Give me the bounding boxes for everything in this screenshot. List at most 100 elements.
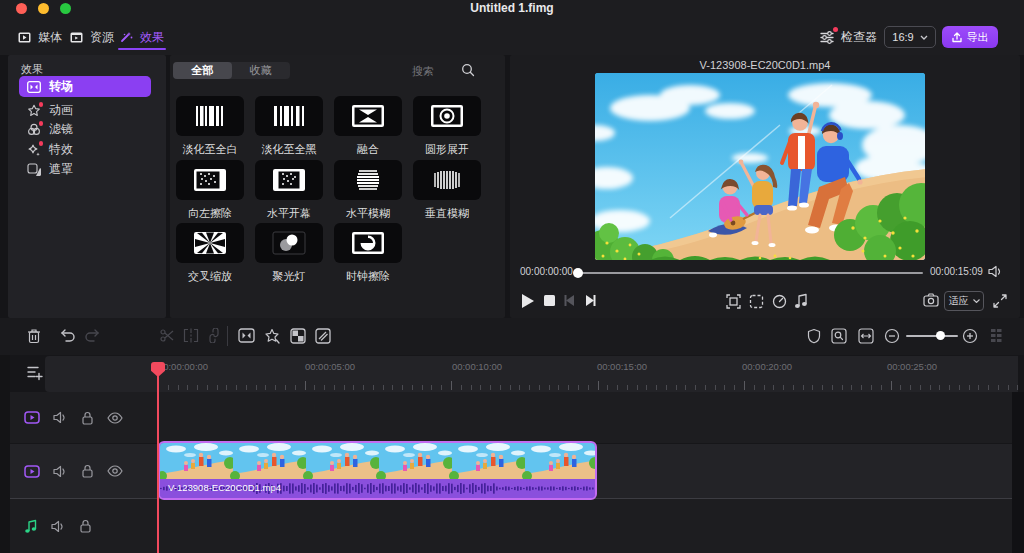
mask-frame-icon[interactable]	[749, 294, 764, 309]
sidebar-item-transitions[interactable]: 转场	[19, 76, 151, 97]
track-list-icon[interactable]	[990, 328, 1003, 344]
tile-label: 淡化至全黑	[255, 142, 323, 157]
mute-track-icon[interactable]	[51, 520, 66, 533]
hide-track-icon[interactable]	[107, 412, 123, 424]
add-track-icon[interactable]	[26, 364, 43, 381]
export-button[interactable]: 导出	[942, 26, 998, 48]
mute-track-icon[interactable]	[53, 465, 68, 478]
redo-icon[interactable]	[84, 328, 100, 342]
add-animation-icon[interactable]	[264, 328, 280, 344]
transition-fade-white[interactable]	[176, 96, 244, 136]
previous-frame-button[interactable]	[563, 294, 577, 307]
fit-mode-select[interactable]: 适应	[944, 291, 984, 311]
fit-timeline-icon[interactable]	[858, 328, 874, 344]
animation-icon	[26, 103, 41, 118]
video-track-icon[interactable]	[24, 465, 40, 478]
zoom-slider-track[interactable]	[906, 335, 958, 337]
scrubber-knob[interactable]	[573, 268, 583, 278]
timeline-gutter	[0, 355, 10, 553]
mute-track-icon[interactable]	[53, 411, 68, 424]
transition-horizontal-open[interactable]	[255, 160, 323, 200]
timeline-toolbar	[0, 318, 1024, 355]
effects-tabs: 全部 收藏	[173, 62, 290, 79]
resources-icon	[70, 32, 83, 43]
tab-favorites[interactable]: 收藏	[232, 62, 291, 79]
transition-vertical-blur[interactable]	[413, 160, 481, 200]
timeline-clip[interactable]: V-123908-EC20C0D1.mp4	[158, 441, 597, 500]
transition-circle-expand[interactable]	[413, 96, 481, 136]
timeline: 00:00:00:00 00:00:05:00 00:00:10:00 00:0…	[0, 355, 1024, 553]
cut-icon[interactable]	[160, 328, 175, 343]
zoom-to-clip-icon[interactable]	[831, 328, 847, 344]
link-icon[interactable]	[207, 328, 221, 343]
video-preview[interactable]	[595, 73, 925, 260]
music-icon[interactable]	[794, 293, 808, 309]
tile-label: 聚光灯	[255, 269, 323, 284]
audio-track-icon[interactable]	[24, 519, 38, 534]
zoom-out-icon[interactable]	[884, 328, 900, 344]
add-filter-icon[interactable]	[290, 328, 306, 344]
tab-resources[interactable]: 资源	[70, 28, 114, 46]
lock-track-icon[interactable]	[81, 464, 94, 478]
lock-track-icon[interactable]	[79, 519, 92, 533]
crop-icon[interactable]	[726, 294, 741, 309]
search-icon[interactable]	[461, 63, 475, 77]
transition-fade-black[interactable]	[255, 96, 323, 136]
video-track-icon[interactable]	[24, 411, 40, 424]
aspect-ratio-select[interactable]: 16:9	[884, 26, 936, 48]
scrubber-track[interactable]	[578, 272, 923, 274]
transition-dissolve[interactable]	[334, 96, 402, 136]
transition-horizontal-blur[interactable]	[334, 160, 402, 200]
ruler-label: 00:00:10:00	[437, 361, 517, 372]
inspector-icon	[820, 31, 834, 44]
transition-clock-wipe[interactable]	[334, 223, 402, 263]
play-button[interactable]	[521, 293, 535, 309]
app-window: Untitled 1.fimg 媒体 资源 效果 检查器 16:9 导	[0, 0, 1024, 553]
tab-effects[interactable]: 效果	[120, 28, 164, 46]
add-effect-icon[interactable]	[315, 328, 331, 344]
tile-label: 淡化至全白	[176, 142, 244, 157]
media-icon	[18, 32, 31, 43]
transition-wipe-left[interactable]	[176, 160, 244, 200]
transition-spotlight[interactable]	[255, 223, 323, 263]
transition-icon	[26, 79, 41, 94]
volume-icon[interactable]	[988, 265, 1003, 278]
zoom-in-icon[interactable]	[962, 328, 978, 344]
notification-badge	[39, 102, 44, 107]
playhead-line[interactable]	[157, 362, 159, 553]
lock-track-icon[interactable]	[81, 411, 94, 425]
transition-cross-zoom[interactable]	[176, 223, 244, 263]
fullscreen-icon[interactable]	[993, 294, 1007, 308]
next-frame-button[interactable]	[583, 294, 597, 307]
effects-sidebar: 效果 转场 动画 滤镜 特效	[8, 55, 166, 318]
zoom-slider-knob[interactable]	[936, 331, 945, 340]
track-audio[interactable]	[0, 499, 1012, 553]
notification-badge	[39, 141, 44, 146]
snapshot-camera-icon[interactable]	[923, 293, 939, 307]
tile-label: 交叉缩放	[176, 269, 244, 284]
filter-icon	[26, 122, 41, 137]
sidebar-item-mask[interactable]: 遮罩	[19, 159, 151, 180]
undo-icon[interactable]	[60, 328, 76, 342]
vertical-scrollbar[interactable]	[1012, 392, 1024, 553]
track-overlay[interactable]	[0, 392, 1012, 443]
hide-track-icon[interactable]	[107, 465, 123, 477]
tab-all[interactable]: 全部	[173, 62, 232, 79]
tile-label: 圆形展开	[413, 142, 481, 157]
sparkle-icon	[26, 142, 41, 157]
speed-icon[interactable]	[772, 294, 787, 309]
clip-label-bar: V-123908-EC20C0D1.mp4	[160, 479, 595, 498]
inspector-button[interactable]: 检查器	[820, 29, 877, 46]
sidebar-item-special-effects[interactable]: 特效	[19, 139, 151, 160]
add-transition-icon[interactable]	[238, 328, 255, 343]
ruler-label: 00:00:15:00	[582, 361, 662, 372]
tab-media[interactable]: 媒体	[18, 28, 62, 46]
sidebar-item-filters[interactable]: 滤镜	[19, 119, 151, 140]
shield-icon[interactable]	[807, 328, 821, 344]
split-icon[interactable]	[183, 328, 199, 343]
stop-button[interactable]	[543, 294, 556, 307]
sidebar-item-animation[interactable]: 动画	[19, 100, 151, 121]
delete-icon[interactable]	[27, 328, 41, 344]
sidebar-header: 效果	[21, 62, 43, 77]
search-input[interactable]: 搜索	[412, 64, 434, 79]
